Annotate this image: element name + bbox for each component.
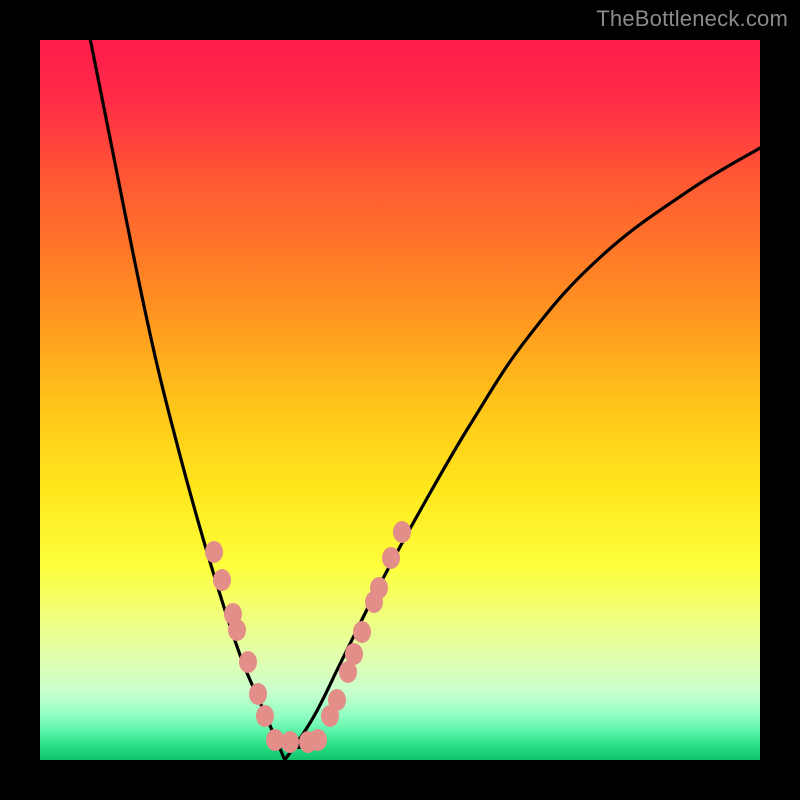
watermark-text: TheBottleneck.com — [596, 6, 788, 32]
right-marker — [382, 547, 400, 569]
bottom-marker — [281, 731, 299, 753]
left-marker — [228, 619, 246, 641]
left-marker — [249, 683, 267, 705]
left-marker — [205, 541, 223, 563]
right-marker — [345, 643, 363, 665]
bottom-marker — [309, 729, 327, 751]
left-marker — [256, 705, 274, 727]
right-marker — [370, 577, 388, 599]
right-marker — [393, 521, 411, 543]
gradient-background — [40, 40, 760, 760]
right-marker — [353, 621, 371, 643]
plot-frame — [40, 40, 760, 760]
right-marker — [328, 689, 346, 711]
plot-svg — [40, 40, 760, 760]
left-marker — [239, 651, 257, 673]
left-marker — [213, 569, 231, 591]
